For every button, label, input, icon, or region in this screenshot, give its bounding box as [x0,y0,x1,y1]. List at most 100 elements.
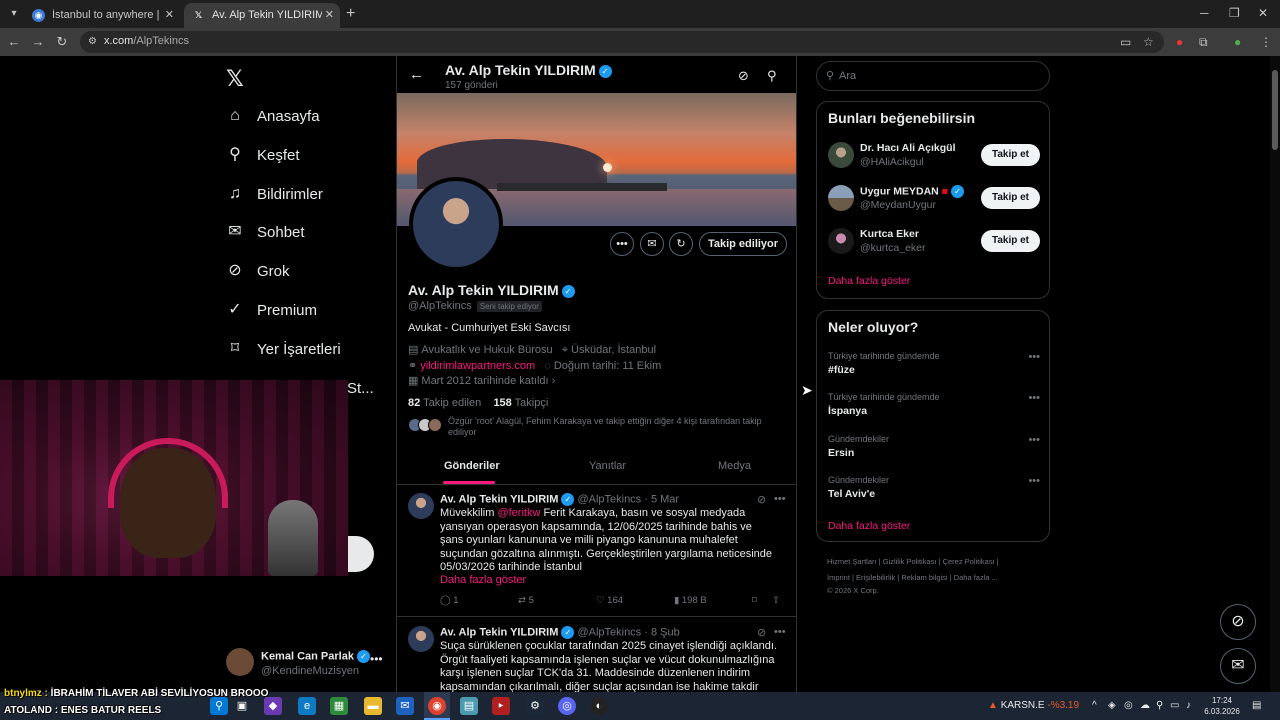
nav-home[interactable]: ⌂ Anasayfa [226,102,319,130]
repost-button[interactable]: ⇄ 5 [518,595,534,606]
like-button[interactable]: ♡ 164 [596,595,623,606]
extensions-icon[interactable]: ⧉ [1199,35,1208,50]
video-editor-icon[interactable]: ▶ [492,697,510,715]
trend-item[interactable]: Gündemdekiler Ersin ••• [828,434,1040,468]
back-icon[interactable]: ← [6,34,22,49]
profile-website-link[interactable]: yildirimlawpartners.com [420,360,535,372]
steam-icon[interactable]: ⚙ [526,697,544,715]
close-icon[interactable]: ✕ [165,8,174,21]
grok-icon[interactable]: ⊘ [738,68,749,84]
volume-icon[interactable]: ♪ [1186,700,1191,711]
footer-links[interactable]: İmprint | Erişilebilirlik | Reklam bilgi… [827,573,1047,582]
restore-icon[interactable]: ❐ [1229,6,1240,20]
reload-icon[interactable]: ↻ [54,34,70,50]
nav-grok[interactable]: ⊘ Grok [226,257,289,285]
more-icon[interactable]: ••• [774,626,786,638]
browser-tab-explore[interactable]: ◉ İstanbul to anywhere | Explore ✕ [24,3,180,28]
tab-search-icon[interactable]: ▾ [6,6,22,22]
nav-notifications[interactable]: ♫ Bildirimler [226,180,323,208]
file-explorer-icon[interactable]: ▬ [364,697,382,715]
subscribe-icon[interactable]: ↻ [669,232,693,256]
search-taskbar-icon[interactable]: ⚲ [210,697,228,715]
nav-more-partial[interactable]: St... [347,374,374,402]
forward-icon[interactable]: → [30,34,46,49]
reply-button[interactable]: ◯ 1 [440,595,459,606]
edge-icon[interactable]: e [298,697,316,715]
trend-item[interactable]: Gündemdekiler Tel Aviv'e ••• [828,475,1040,509]
extension-red-icon[interactable]: ● [1176,35,1183,49]
tray-discord-icon[interactable]: ◎ [1124,700,1133,711]
suggested-user[interactable]: Uygur MEYDAN ■ ✓ @MeydanUygur Takip et [828,183,1040,219]
more-icon[interactable]: ••• [1028,475,1040,487]
close-icon[interactable]: ✕ [325,8,334,21]
x-logo-icon[interactable]: 𝕏 [226,66,244,92]
network-icon[interactable]: ▭ [1170,700,1179,711]
profile-meta-row3[interactable]: ▦ Mart 2012 tarihinde katıldı › [408,374,555,387]
scrollbar-thumb[interactable] [1272,70,1278,150]
trend-item[interactable]: Türkiye tarihinde gündemde #füze ••• [828,351,1040,385]
following-button[interactable]: Takip ediliyor [699,232,787,256]
profile-avatar[interactable] [409,177,503,271]
page-scrollbar[interactable] [1270,56,1280,692]
more-icon[interactable]: ••• [370,652,383,666]
nav-premium[interactable]: ✓ Premium [226,296,317,324]
copilot-icon[interactable]: ◆ [264,697,282,715]
search-icon[interactable]: ⚲ [767,68,777,84]
profile-icon[interactable]: ● [1234,35,1241,49]
nav-chat[interactable]: ✉ Sohbet [226,218,304,246]
bookmark-icon[interactable]: ⌑ [752,595,757,606]
footer-links[interactable]: Hizmet Şartları | Gizlilik Politikası | … [827,557,1047,566]
nav-bookmarks[interactable]: ⌑ Yer İşaretleri [226,335,341,363]
views-button[interactable]: ▮ 198 B [674,595,707,606]
more-options-icon[interactable]: ••• [610,232,634,256]
tray-cloud-icon[interactable]: ☁ [1140,700,1150,711]
tab-replies[interactable]: Yanıtlar [589,460,626,472]
show-more-link[interactable]: Daha fazla göster [440,574,526,586]
window-close-icon[interactable]: ✕ [1258,6,1268,20]
following-stat[interactable]: 82 Takip edilen [408,397,481,409]
message-icon[interactable]: ✉ [640,232,664,256]
new-tab-icon[interactable]: + [346,5,355,23]
suggested-user[interactable]: Kurtca Eker @kurtca_eker Takip et [828,226,1040,262]
site-info-icon[interactable]: ⚙ [88,36,97,47]
post-item[interactable]: Av. Alp Tekin YILDIRIM ✓ @AlpTekincs · 5 … [397,485,796,617]
minimize-icon[interactable]: ─ [1200,6,1209,20]
notepad-icon[interactable]: ▤ [460,697,478,715]
chrome-icon[interactable]: ◉ [428,697,446,715]
follow-button[interactable]: Takip et [981,187,1040,209]
store-icon[interactable]: ▦ [330,697,348,715]
show-more-link[interactable]: Daha fazla göster [828,520,910,532]
system-clock[interactable]: 17:24 6.03.2026 [1200,695,1244,717]
avatar[interactable] [408,626,434,652]
obs-icon[interactable]: ◐ [590,697,608,715]
stock-widget[interactable]: ▲ KARSN.E -%3.19 [988,700,1079,711]
more-icon[interactable]: ••• [1028,434,1040,446]
notification-icon[interactable]: ▤ [1252,700,1261,711]
show-more-link[interactable]: Daha fazla göster [828,275,910,287]
grok-icon[interactable]: ⊘ [757,626,766,639]
post-item[interactable]: Av. Alp Tekin YILDIRIM ✓ @AlpTekincs · 8 … [397,618,796,692]
trend-item[interactable]: Türkiye tarihinde gündemde İspanya ••• [828,392,1040,426]
tab-media[interactable]: Medya [718,460,751,472]
mention-link[interactable]: @feritkw [497,507,540,519]
suggested-user[interactable]: Dr. Hacı Ali Açıkgül @HAliAcikgul Takip … [828,140,1040,176]
more-icon[interactable]: ••• [774,493,786,505]
known-followers[interactable]: Özgür 'root' Alagül, Fehim Karakaya ve t… [408,416,778,438]
address-bar[interactable]: ⚙ x.com/AlpTekincs [80,31,1164,53]
follow-button[interactable]: Takip et [981,144,1040,166]
back-arrow-icon[interactable]: ← [409,66,424,83]
tab-posts[interactable]: Gönderiler [444,460,500,472]
cast-icon[interactable]: ▭ [1120,35,1131,49]
account-switcher[interactable]: Kemal Can Parlak ✓ @KendineMuzisyen ••• [226,648,386,684]
task-view-icon[interactable]: ▣ [233,697,251,715]
outlook-icon[interactable]: ✉ [396,697,414,715]
browser-tab-profile[interactable]: 𝕏 Av. Alp Tekin YILDIRIM (@AlpTe ✕ [184,3,340,28]
menu-icon[interactable]: ⋮ [1260,35,1272,49]
star-icon[interactable]: ☆ [1143,35,1154,49]
tray-steam-icon[interactable]: ◈ [1108,700,1116,711]
tray-usb-icon[interactable]: ⚲ [1156,700,1163,711]
nav-explore[interactable]: ⚲ Keşfet [226,141,299,169]
avatar[interactable] [408,493,434,519]
more-icon[interactable]: ••• [1028,392,1040,404]
more-icon[interactable]: ••• [1028,351,1040,363]
